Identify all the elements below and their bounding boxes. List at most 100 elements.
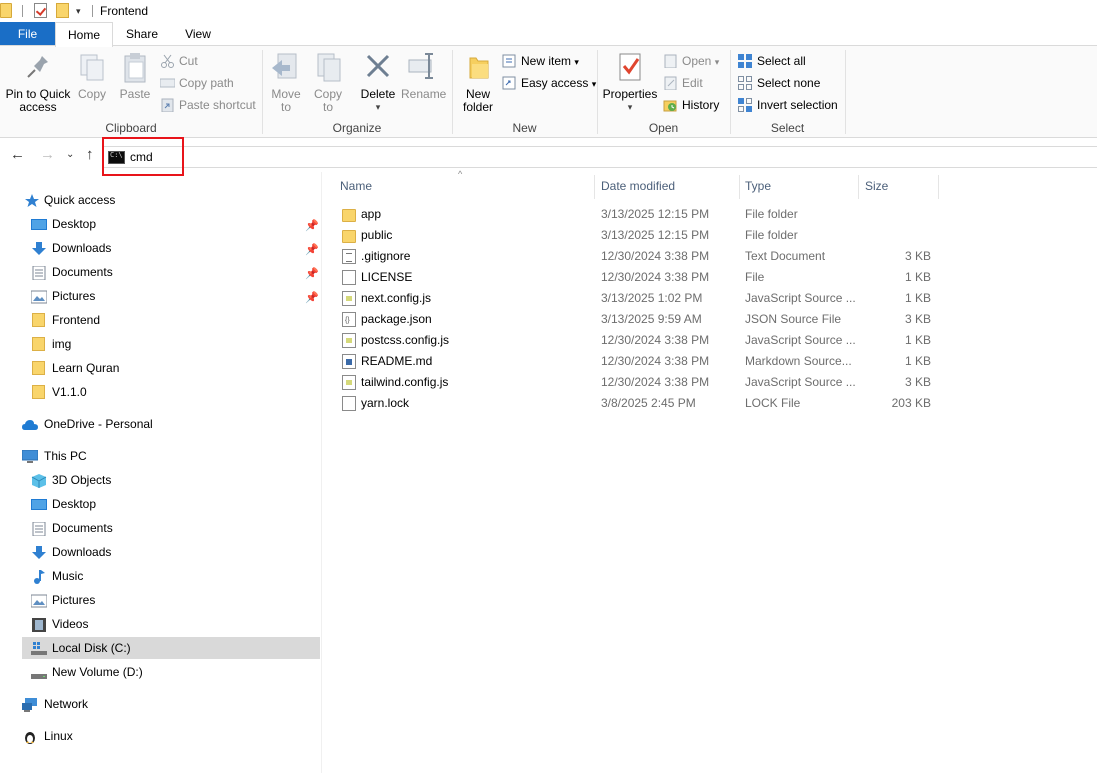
pin-icon: 📌 (305, 220, 319, 232)
file-type: Markdown Source... (745, 354, 852, 368)
pictures-icon (30, 593, 48, 608)
sidebar-item-this-pc[interactable]: This PC (21, 445, 320, 467)
pin-icon: 📌 (305, 292, 319, 304)
sidebar-item-downloads[interactable]: Downloads (30, 237, 320, 259)
sidebar-item-quick-access[interactable]: Quick access (22, 189, 320, 211)
open-icon (663, 54, 678, 69)
separator (92, 5, 93, 17)
select-all-button[interactable]: Select all (738, 51, 806, 71)
file-row-package-json[interactable]: package.json 3/13/2025 9:59 AM JSON Sour… (339, 309, 939, 331)
sidebar-item-onedrive[interactable]: OneDrive - Personal (22, 413, 320, 435)
clipboard-group-label: Clipboard (105, 121, 157, 135)
sidebar-item-pictures[interactable]: Pictures (30, 285, 320, 307)
address-bar[interactable]: cmd (102, 146, 1097, 168)
computer-icon (21, 449, 39, 463)
delete-button[interactable]: Delete ▾ (359, 50, 397, 114)
new-folder-quick-icon[interactable] (56, 3, 69, 18)
file-row-app[interactable]: app 3/13/2025 12:15 PM File folder (339, 204, 939, 225)
properties-button[interactable]: Properties ▾ (602, 50, 658, 114)
back-arrow-icon[interactable]: ← (10, 146, 25, 163)
column-header-date-modified[interactable]: Date modified (597, 175, 739, 197)
sidebar-item-3d-objects[interactable]: 3D Objects (30, 469, 320, 491)
documents-icon (32, 265, 48, 281)
sidebar-item-new-volume-d[interactable]: New Volume (D:) (30, 661, 320, 683)
sidebar-item-local-disk-c[interactable]: Local Disk (C:) (22, 637, 320, 659)
sidebar-item-img[interactable]: img (30, 333, 320, 355)
paste-shortcut-icon (160, 98, 175, 113)
column-separator[interactable] (938, 175, 939, 199)
sidebar-item-network[interactable]: Network (22, 693, 320, 715)
column-header-name[interactable]: Name (336, 175, 594, 197)
file-row-postcss-config[interactable]: postcss.config.js 12/30/2024 3:38 PM Jav… (339, 330, 939, 351)
edit-button[interactable]: Edit (663, 73, 703, 93)
cut-button[interactable]: Cut (160, 51, 198, 71)
tab-home[interactable]: Home (55, 22, 113, 47)
properties-quick-icon[interactable] (34, 3, 47, 18)
rename-button[interactable]: Rename (401, 50, 447, 101)
desktop-icon (31, 497, 47, 511)
paste-shortcut-button[interactable]: Paste shortcut (160, 95, 256, 115)
sidebar-item-learn-quran[interactable]: Learn Quran (30, 357, 320, 379)
sidebar-item-pc-desktop[interactable]: Desktop (30, 493, 320, 515)
easy-access-button[interactable]: Easy access ▾ (502, 73, 596, 93)
column-header-size[interactable]: Size (861, 175, 938, 197)
move-to-button[interactable]: Move to (268, 50, 304, 114)
address-highlight-box (102, 137, 184, 176)
history-button[interactable]: History (663, 95, 719, 115)
new-item-button[interactable]: New item ▾ (502, 51, 579, 71)
sidebar-item-documents[interactable]: Documents (30, 261, 320, 283)
column-separator[interactable] (858, 175, 859, 199)
tab-share[interactable]: Share (116, 22, 168, 46)
new-folder-button[interactable]: New folder (458, 50, 498, 114)
sidebar-item-label: Pictures (52, 289, 96, 303)
file-type: JSON Source File (745, 312, 842, 326)
sidebar-item-pc-downloads[interactable]: Downloads (30, 541, 320, 563)
file-row-license[interactable]: LICENSE 12/30/2024 3:38 PM File 1 KB (339, 267, 939, 288)
file-date: 3/13/2025 12:15 PM (601, 228, 710, 242)
copy-path-button[interactable]: Copy path (159, 73, 234, 93)
column-header-type[interactable]: Type (741, 175, 858, 197)
file-row-public[interactable]: public 3/13/2025 12:15 PM File folder (339, 225, 939, 246)
recent-locations-chevron-icon[interactable]: ⌄ (66, 149, 74, 160)
file-row-yarn-lock[interactable]: yarn.lock 3/8/2025 2:45 PM LOCK File 203… (339, 393, 939, 414)
select-none-button[interactable]: Select none (738, 73, 820, 93)
sidebar-item-music[interactable]: Music (30, 565, 320, 587)
sidebar-item-label: Desktop (52, 497, 97, 511)
sidebar-item-pc-documents[interactable]: Documents (30, 517, 320, 539)
folder-icon (342, 209, 356, 222)
invert-selection-button[interactable]: Invert selection (738, 95, 838, 115)
sidebar-item-videos[interactable]: Videos (30, 613, 320, 635)
sidebar-item-frontend[interactable]: Frontend (30, 309, 320, 331)
column-separator[interactable] (594, 175, 595, 199)
sidebar-item-pc-pictures[interactable]: Pictures (30, 589, 320, 611)
sidebar-item-linux[interactable]: Linux (22, 725, 320, 747)
pin-to-quick-access-button[interactable]: Pin to Quick access (4, 50, 72, 114)
paste-icon (119, 50, 151, 84)
column-separator[interactable] (739, 175, 740, 199)
sidebar-item-desktop[interactable]: Desktop (30, 213, 320, 235)
copy-to-button[interactable]: Copy to (310, 50, 346, 114)
folder-icon (0, 3, 12, 18)
forward-arrow-icon[interactable]: → (40, 146, 55, 163)
customize-toolbar-dropdown-icon[interactable]: ▾ (76, 6, 81, 17)
easy-access-dropdown-icon: ▾ (591, 79, 597, 89)
open-dropdown-icon: ▾ (714, 57, 720, 67)
invert-selection-icon (738, 98, 753, 112)
copy-button[interactable]: Copy (74, 50, 110, 101)
invert-selection-label: Invert selection (757, 98, 838, 112)
file-size: 1 KB (904, 270, 931, 284)
tab-file[interactable]: File (0, 22, 55, 46)
tab-view[interactable]: View (172, 22, 224, 46)
file-row-gitignore[interactable]: .gitignore 12/30/2024 3:38 PM Text Docum… (339, 246, 939, 267)
new-item-dropdown-icon: ▾ (574, 57, 579, 67)
file-row-next-config[interactable]: next.config.js 3/13/2025 1:02 PM JavaScr… (339, 288, 939, 309)
up-arrow-icon[interactable]: ↑ (86, 146, 94, 163)
file-row-tailwind-config[interactable]: tailwind.config.js 12/30/2024 3:38 PM Ja… (339, 372, 939, 393)
paste-button[interactable]: Paste (116, 50, 154, 101)
file-row-readme[interactable]: README.md 12/30/2024 3:38 PM Markdown So… (339, 351, 939, 372)
sidebar-item-v110[interactable]: V1.1.0 (30, 381, 320, 403)
pane-divider[interactable] (321, 172, 322, 773)
open-button[interactable]: Open ▾ (663, 51, 719, 71)
cloud-icon (22, 417, 38, 431)
rename-label: Rename (401, 87, 447, 101)
